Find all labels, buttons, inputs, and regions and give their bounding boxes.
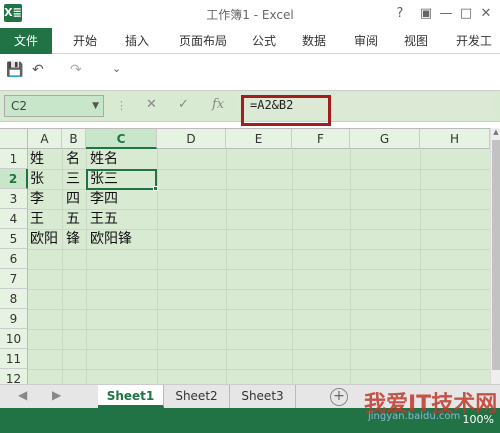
title-bar: X≣ 工作簿1 - Excel ? ▣ — □ ✕: [0, 0, 500, 28]
cancel-icon[interactable]: ✕: [146, 97, 157, 112]
customize-qat-icon[interactable]: ⌄: [112, 62, 121, 75]
worksheet-grid[interactable]: A B C D E F G H 1 2 3 4 5 6 7 8 9 10 11 …: [0, 128, 490, 386]
cell-b1[interactable]: 名: [64, 149, 80, 169]
tab-review[interactable]: 审阅: [346, 28, 386, 54]
save-icon[interactable]: 💾: [6, 62, 23, 78]
row-header-9[interactable]: 9: [0, 309, 28, 329]
watermark: 我爱IT技术网 jingyan.baidu.com: [338, 384, 500, 424]
formula-highlight-box: [241, 95, 331, 126]
prev-sheet-icon[interactable]: ◀: [18, 388, 27, 402]
column-header-c[interactable]: C: [86, 129, 157, 149]
cell-b3[interactable]: 四: [64, 189, 80, 209]
enter-icon[interactable]: ✓: [178, 97, 189, 112]
cell-a4[interactable]: 王: [28, 209, 44, 229]
row-header-3[interactable]: 3: [0, 189, 28, 209]
scrollbar-thumb[interactable]: [492, 140, 500, 370]
sheet-tab-sheet3[interactable]: Sheet3: [230, 385, 296, 408]
tab-formulas[interactable]: 公式: [244, 28, 284, 54]
row-header-11[interactable]: 11: [0, 349, 28, 369]
row-header-12[interactable]: 12: [0, 369, 28, 386]
tab-developer[interactable]: 开发工: [448, 28, 500, 54]
help-button[interactable]: ?: [388, 4, 412, 24]
fill-handle[interactable]: [153, 186, 158, 191]
resize-handle-icon[interactable]: ⋮: [116, 99, 127, 112]
name-box[interactable]: C2 ▼: [4, 95, 104, 117]
column-header-h[interactable]: H: [420, 129, 490, 149]
select-all-corner[interactable]: [0, 129, 28, 149]
cell-a5[interactable]: 欧阳: [28, 229, 58, 249]
cell-a1[interactable]: 姓: [28, 149, 44, 169]
insert-function-icon[interactable]: fx: [212, 97, 224, 112]
redo-icon[interactable]: ↷: [70, 62, 82, 78]
cells-area[interactable]: 姓 名 姓名 张 三 张三 李 四 李四 王 五 王五 欧阳 锋 欧阳锋: [28, 149, 490, 385]
sheet-tab-sheet1[interactable]: Sheet1: [98, 385, 164, 408]
cell-c5[interactable]: 欧阳锋: [88, 229, 132, 249]
column-header-f[interactable]: F: [292, 129, 350, 149]
cell-c4[interactable]: 王五: [88, 209, 118, 229]
column-header-g[interactable]: G: [350, 129, 420, 149]
column-header-b[interactable]: B: [62, 129, 86, 149]
name-box-value: C2: [11, 99, 28, 113]
cell-a2[interactable]: 张: [28, 169, 44, 189]
quick-access-toolbar: 💾 ↶ ↷ ⌄: [0, 58, 500, 84]
cell-c1[interactable]: 姓名: [88, 149, 118, 169]
cell-a3[interactable]: 李: [28, 189, 44, 209]
column-header-d[interactable]: D: [157, 129, 226, 149]
close-button[interactable]: ✕: [474, 4, 498, 24]
column-header-a[interactable]: A: [28, 129, 62, 149]
column-headers: A B C D E F G H: [0, 129, 490, 149]
chevron-down-icon[interactable]: ▼: [92, 96, 99, 116]
active-cell-border: [86, 169, 157, 190]
watermark-url: jingyan.baidu.com: [368, 411, 461, 422]
sheet-tab-sheet2[interactable]: Sheet2: [164, 385, 230, 408]
scroll-up-icon[interactable]: ▲: [491, 128, 500, 138]
next-sheet-icon[interactable]: ▶: [52, 388, 61, 402]
row-header-5[interactable]: 5: [0, 229, 28, 249]
tab-insert[interactable]: 插入: [114, 28, 160, 54]
tab-file[interactable]: 文件: [0, 28, 52, 54]
tab-data[interactable]: 数据: [294, 28, 334, 54]
column-header-e[interactable]: E: [226, 129, 292, 149]
cell-c3[interactable]: 李四: [88, 189, 118, 209]
undo-icon[interactable]: ↶: [32, 62, 44, 78]
cell-b2[interactable]: 三: [64, 169, 80, 189]
row-header-4[interactable]: 4: [0, 209, 28, 229]
row-header-6[interactable]: 6: [0, 249, 28, 269]
ribbon-tabs: 文件 开始 插入 页面布局 公式 数据 审阅 视图 开发工: [0, 28, 500, 54]
row-header-1[interactable]: 1: [0, 149, 28, 169]
vertical-scrollbar[interactable]: ▲: [490, 128, 500, 384]
tab-view[interactable]: 视图: [396, 28, 436, 54]
row-header-8[interactable]: 8: [0, 289, 28, 309]
tab-page-layout[interactable]: 页面布局: [168, 28, 238, 54]
cell-b4[interactable]: 五: [64, 209, 80, 229]
row-header-2[interactable]: 2: [0, 169, 28, 189]
row-header-10[interactable]: 10: [0, 329, 28, 349]
row-header-7[interactable]: 7: [0, 269, 28, 289]
tab-home[interactable]: 开始: [60, 28, 110, 54]
cell-b5[interactable]: 锋: [64, 229, 80, 249]
